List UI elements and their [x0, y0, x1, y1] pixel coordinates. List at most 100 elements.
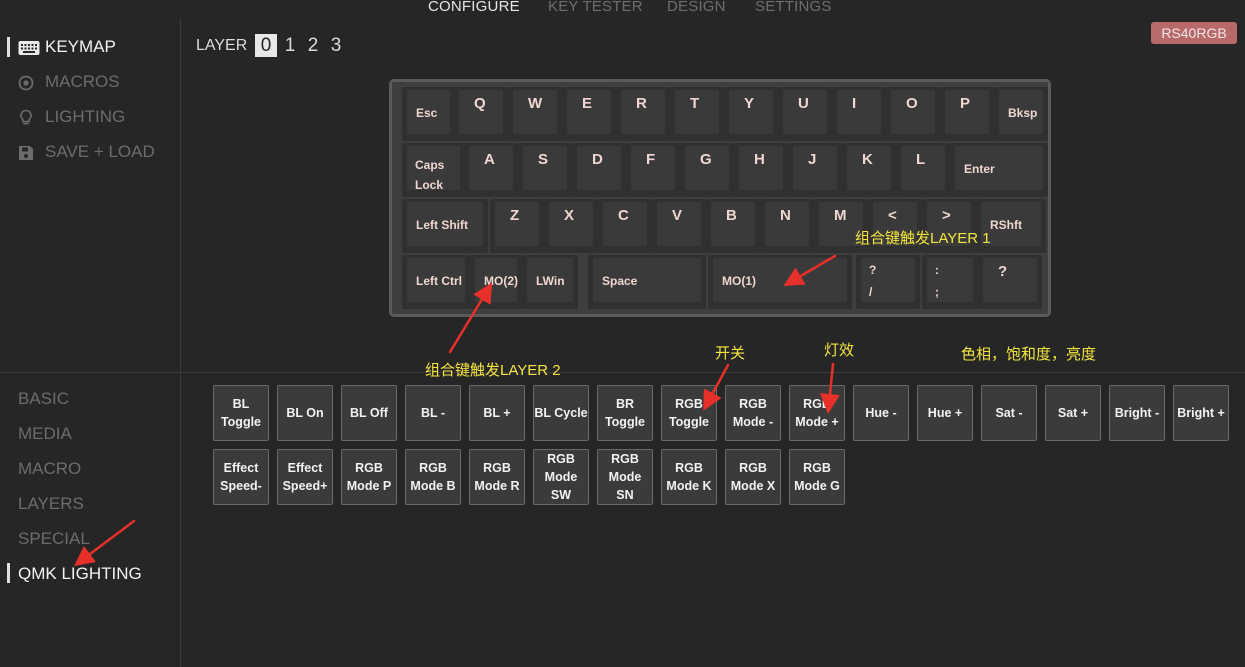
lighting-key[interactable]: RGB Toggle — [661, 385, 717, 441]
keyboard-key[interactable]: N — [760, 199, 814, 253]
keyboard-key[interactable]: U — [778, 87, 832, 141]
keyboard-key[interactable]: LWin — [522, 255, 578, 309]
keyboard-key[interactable]: Left Shift — [402, 199, 488, 253]
lighting-key[interactable]: Hue - — [853, 385, 909, 441]
lighting-key[interactable]: RGB Mode G — [789, 449, 845, 505]
keycap — [837, 90, 881, 134]
lighting-key[interactable]: RGB Mode SW — [533, 449, 589, 505]
keyboard-key[interactable]: E — [562, 87, 616, 141]
category-media[interactable]: MEDIA — [18, 424, 72, 444]
key-label: C — [618, 207, 629, 224]
tab-settings[interactable]: SETTINGS — [755, 0, 832, 15]
key-label: U — [798, 95, 809, 112]
keyboard-key[interactable]: D — [572, 143, 626, 197]
keyboard-key[interactable]: W — [508, 87, 562, 141]
keyboard-key[interactable]: I — [832, 87, 886, 141]
lighting-key[interactable]: BL - — [405, 385, 461, 441]
key-label: Q — [474, 95, 486, 112]
keyboard-key[interactable]: MO(1) — [708, 255, 852, 309]
target-icon — [18, 74, 38, 91]
lighting-key[interactable]: BR Toggle — [597, 385, 653, 441]
section-divider — [0, 372, 1245, 373]
keyboard-key[interactable]: F — [626, 143, 680, 197]
lighting-key[interactable]: RGB Mode - — [725, 385, 781, 441]
lighting-key[interactable]: BL Cycle — [533, 385, 589, 441]
keyboard-key[interactable]: P — [940, 87, 994, 141]
key-label: F — [646, 151, 656, 168]
key-label: Space — [602, 274, 638, 288]
lighting-key[interactable]: Bright - — [1109, 385, 1165, 441]
keyboard-key[interactable]: K — [842, 143, 896, 197]
lighting-key[interactable]: Effect Speed- — [213, 449, 269, 505]
key-label: E — [582, 95, 593, 112]
keyboard-key[interactable]: H — [734, 143, 788, 197]
lighting-key[interactable]: RGB Mode SN — [597, 449, 653, 505]
keyboard-key[interactable]: S — [518, 143, 572, 197]
keyboard-key[interactable]: MO(2) — [470, 255, 522, 309]
lighting-key[interactable]: RGB Mode B — [405, 449, 461, 505]
floppy-icon — [18, 144, 38, 160]
keyboard-key[interactable]: J — [788, 143, 842, 197]
lighting-key[interactable]: Effect Speed+ — [277, 449, 333, 505]
annotation-toggle: 开关 — [715, 345, 746, 362]
lighting-key[interactable]: RGB Mode X — [725, 449, 781, 505]
layer-button-3[interactable]: 3 — [325, 34, 347, 57]
tab-key-tester[interactable]: KEY TESTER — [548, 0, 643, 15]
key-label: O — [906, 95, 918, 112]
lightbulb-icon — [18, 109, 38, 125]
keyboard-key[interactable]: Left Ctrl — [402, 255, 470, 309]
keyboard-key[interactable]: : ; — [922, 255, 978, 309]
keyboard-key[interactable]: G — [680, 143, 734, 197]
lighting-key[interactable]: RGB Mode + — [789, 385, 845, 441]
layer-button-0[interactable]: 0 — [255, 34, 277, 57]
keyboard-key[interactable]: R — [616, 87, 670, 141]
keyboard-key[interactable]: T — [670, 87, 724, 141]
tab-configure[interactable]: CONFIGURE — [428, 0, 520, 15]
tab-design[interactable]: DESIGN — [667, 0, 726, 15]
category-macro[interactable]: MACRO — [18, 459, 81, 479]
keyboard-key[interactable]: Space — [588, 255, 706, 309]
keyboard-key[interactable]: ? — [978, 255, 1042, 309]
keyboard-key[interactable]: O — [886, 87, 940, 141]
keyboard-key[interactable]: B — [706, 199, 760, 253]
keyboard-key[interactable]: C — [598, 199, 652, 253]
keyboard-key[interactable]: Esc — [402, 87, 455, 141]
key-label: ? / — [869, 263, 877, 299]
keyboard-key[interactable]: Caps Lock — [402, 143, 465, 197]
keyboard-key[interactable]: Bksp — [994, 87, 1048, 141]
category-special[interactable]: SPECIAL — [18, 529, 90, 549]
lighting-key[interactable]: Sat - — [981, 385, 1037, 441]
lighting-key[interactable]: RGB Mode K — [661, 449, 717, 505]
annotation-effect: 灯效 — [824, 342, 855, 359]
key-label: Caps Lock — [415, 158, 445, 192]
lighting-key[interactable]: BL Toggle — [213, 385, 269, 441]
category-qmk-lighting[interactable]: QMK LIGHTING — [18, 564, 142, 584]
keyboard-key[interactable]: Z — [490, 199, 544, 253]
keyboard-key[interactable]: ? / — [856, 255, 920, 309]
key-label: ? — [998, 263, 1008, 280]
layer-button-1[interactable]: 1 — [279, 34, 301, 57]
keyboard-icon — [18, 39, 40, 55]
lighting-key[interactable]: RGB Mode R — [469, 449, 525, 505]
lighting-key[interactable]: BL On — [277, 385, 333, 441]
keyboard-key[interactable]: L — [896, 143, 950, 197]
keyboard-key[interactable]: A — [464, 143, 518, 197]
category-layers[interactable]: LAYERS — [18, 494, 84, 514]
key-label: < — [888, 207, 897, 224]
lighting-key[interactable]: BL Off — [341, 385, 397, 441]
key-label: I — [852, 95, 857, 112]
keyboard-key[interactable]: X — [544, 199, 598, 253]
lighting-key[interactable]: Hue + — [917, 385, 973, 441]
lighting-key[interactable]: BL + — [469, 385, 525, 441]
category-basic[interactable]: BASIC — [18, 389, 69, 409]
keyboard-key[interactable]: V — [652, 199, 706, 253]
keyboard-key[interactable]: Y — [724, 87, 778, 141]
lighting-key[interactable]: RGB Mode P — [341, 449, 397, 505]
key-label: MO(1) — [722, 274, 756, 288]
keyboard-key[interactable]: Enter — [950, 143, 1048, 197]
layer-button-2[interactable]: 2 — [302, 34, 324, 57]
key-label: J — [808, 151, 817, 168]
lighting-key[interactable]: Bright + — [1173, 385, 1229, 441]
lighting-key[interactable]: Sat + — [1045, 385, 1101, 441]
keyboard-key[interactable]: Q — [454, 87, 508, 141]
